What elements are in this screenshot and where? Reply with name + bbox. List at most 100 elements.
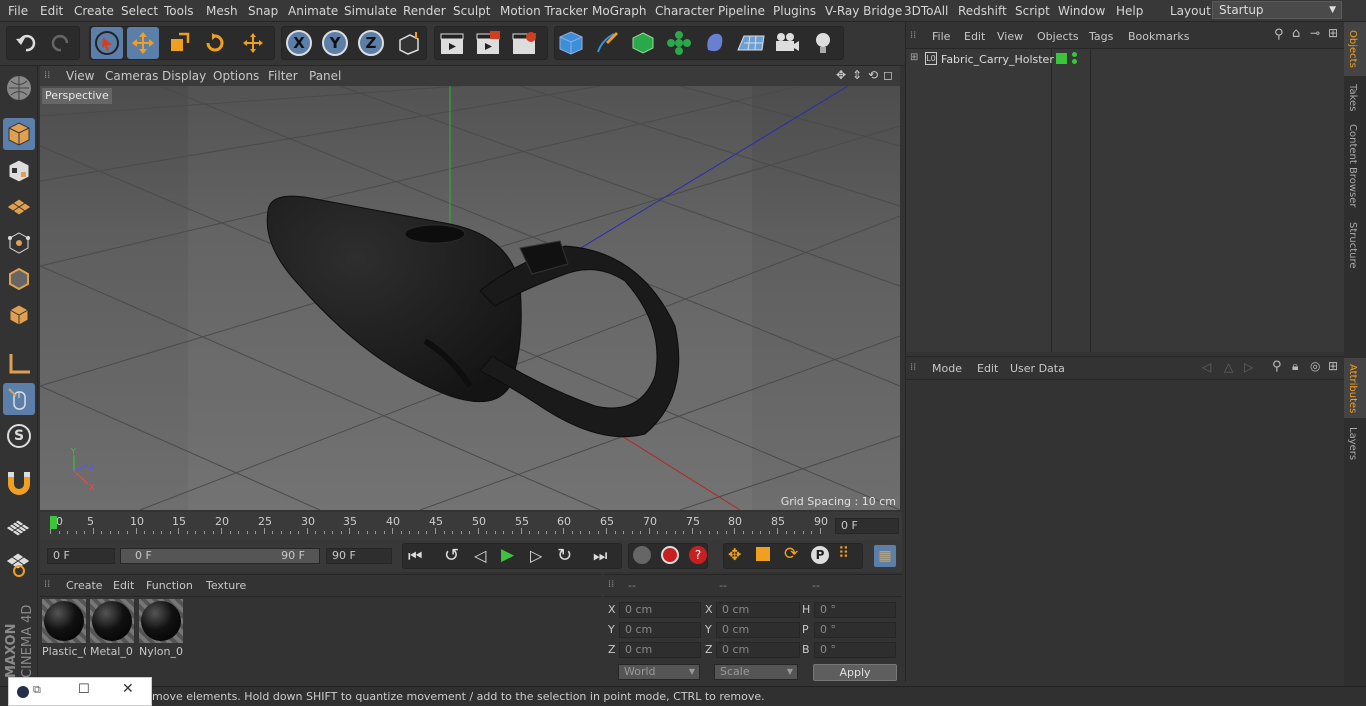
apply-button[interactable]: Apply <box>813 664 897 681</box>
drag-handle-icon[interactable]: ⁞⁞ <box>44 579 50 590</box>
rotation-key-icon[interactable]: ⟳ <box>784 544 798 564</box>
menu-snap[interactable]: Snap <box>248 4 278 18</box>
pos-x-field[interactable]: 0 cm <box>619 602 701 618</box>
drag-handle-icon[interactable]: ⁞⁞ <box>910 362 916 373</box>
render-settings-button[interactable] <box>508 27 540 59</box>
end-frame-field[interactable]: 90 F <box>326 548 392 564</box>
viewport-menu-display[interactable]: Display <box>162 69 206 83</box>
new-window-icon[interactable]: ⊞ <box>1328 359 1338 373</box>
rot-p-field[interactable]: 0 ° <box>814 622 896 638</box>
menu-plugins[interactable]: Plugins <box>773 4 816 18</box>
lock-icon[interactable]: 🔒︎ <box>1292 359 1298 374</box>
viewport-move-icon[interactable]: ✥ <box>836 68 846 82</box>
playhead[interactable] <box>50 516 57 529</box>
x-axis-button[interactable]: X <box>283 27 315 59</box>
size-z-field[interactable]: 0 cm <box>716 642 800 658</box>
play-icon[interactable]: ▶ <box>501 545 514 565</box>
home-icon[interactable]: ⌂ <box>1292 26 1300 41</box>
position-key-icon[interactable]: ✥ <box>728 545 741 564</box>
menu-script[interactable]: Script <box>1015 4 1050 18</box>
menu-select[interactable]: Select <box>121 4 158 18</box>
material-menu-edit[interactable]: Edit <box>113 579 134 592</box>
link-icon[interactable]: ⊸ <box>1310 26 1320 40</box>
objects-menu-file[interactable]: File <box>932 30 950 43</box>
start-frame-field[interactable]: 0 F <box>47 548 115 564</box>
tab-takes[interactable]: Takes <box>1347 84 1358 111</box>
redo-button[interactable] <box>45 27 77 59</box>
tab-content-browser[interactable]: Content Browser <box>1347 124 1358 207</box>
material-menu-function[interactable]: Function <box>146 579 193 592</box>
menu-motion-tracker[interactable]: Motion Tracker <box>500 4 588 18</box>
attributes-menu-mode[interactable]: Mode <box>932 362 962 375</box>
up-arrow-icon[interactable]: △ <box>1224 360 1233 374</box>
polygons-mode-button[interactable] <box>3 299 35 331</box>
range-slider[interactable]: 0 F 90 F <box>120 548 320 564</box>
size-mode-select[interactable]: Scale ▼ <box>714 664 798 680</box>
previous-frame-icon[interactable]: ◁ <box>474 546 486 565</box>
floor-button[interactable] <box>735 27 767 59</box>
perspective-viewport[interactable]: Y Z X Perspective Grid Spacing : 10 cm <box>40 86 900 510</box>
deformer-button[interactable] <box>699 27 731 59</box>
maximize-icon[interactable]: ☐ <box>78 682 90 697</box>
objects-menu-tags[interactable]: Tags <box>1089 30 1113 43</box>
workplane-lock-button[interactable] <box>3 512 35 544</box>
viewport-menu-options[interactable]: Options <box>213 69 259 83</box>
objects-menu-view[interactable]: View <box>997 30 1023 43</box>
points-mode-button[interactable] <box>3 227 35 259</box>
help-icon[interactable]: ? <box>689 546 707 564</box>
expand-icon[interactable]: ⊞ <box>910 52 918 63</box>
attributes-menu-edit[interactable]: Edit <box>977 362 998 375</box>
menu-vray-bridge[interactable]: V-Ray Bridge <box>825 4 902 18</box>
menu-sculpt[interactable]: Sculpt <box>453 4 490 18</box>
menu-redshift[interactable]: Redshift <box>958 4 1007 18</box>
go-to-end-icon[interactable]: ⏭ <box>593 546 607 566</box>
back-arrow-icon[interactable]: ◁ <box>1202 360 1211 374</box>
menu-create[interactable]: Create <box>74 4 114 18</box>
current-frame-field[interactable]: 0 F <box>835 518 899 534</box>
z-axis-button[interactable]: Z <box>355 27 387 59</box>
material-swatch[interactable]: Metal_0 <box>90 599 134 658</box>
y-axis-button[interactable]: Y <box>319 27 351 59</box>
axis-mode-button[interactable] <box>3 348 35 380</box>
material-swatch[interactable]: Plastic_0 <box>42 599 86 658</box>
rot-h-field[interactable]: 0 ° <box>814 602 896 618</box>
drag-handle-icon[interactable]: ⁞⁞ <box>910 30 916 41</box>
subdivision-button[interactable] <box>627 27 659 59</box>
material-menu-create[interactable]: Create <box>66 579 103 592</box>
close-icon[interactable]: ✕ <box>122 681 134 697</box>
menu-simulate[interactable]: Simulate <box>344 4 397 18</box>
model-mode-button[interactable] <box>3 118 35 150</box>
next-frame-icon[interactable]: ▷ <box>530 546 542 565</box>
viewport-menu-view[interactable]: View <box>66 69 94 83</box>
objects-menu-bookmarks[interactable]: Bookmarks <box>1128 30 1189 43</box>
viewport-menu-filter[interactable]: Filter <box>268 69 298 83</box>
snap-button[interactable] <box>3 466 35 498</box>
tab-structure[interactable]: Structure <box>1347 222 1358 269</box>
material-menu-texture[interactable]: Texture <box>206 579 246 592</box>
timeline-window-icon[interactable]: ▦ <box>874 545 896 567</box>
edges-mode-button[interactable] <box>3 263 35 295</box>
parameter-key-icon[interactable]: P <box>811 546 829 564</box>
tweak-mode-button[interactable] <box>3 383 35 415</box>
layout-select[interactable]: Startup ▼ <box>1212 1 1342 19</box>
previous-key-icon[interactable]: ↺ <box>444 545 459 566</box>
render-view-button[interactable] <box>436 27 468 59</box>
move-tool-button[interactable] <box>127 27 159 59</box>
scale-tool-button[interactable] <box>163 27 195 59</box>
next-key-icon[interactable]: ↻ <box>557 545 572 566</box>
viewport-zoom-icon[interactable]: ⇕ <box>852 68 862 82</box>
app-icon[interactable] <box>17 686 29 698</box>
search-icon[interactable]: ⚲ <box>1272 359 1282 374</box>
tab-layers[interactable]: Layers <box>1347 427 1358 460</box>
record-icon[interactable] <box>661 546 679 564</box>
objects-menu-edit[interactable]: Edit <box>964 30 985 43</box>
menu-edit[interactable]: Edit <box>40 4 63 18</box>
render-visibility-dot[interactable] <box>1072 59 1077 64</box>
pen-button[interactable] <box>591 27 623 59</box>
viewport-rotate-icon[interactable]: ⟲ <box>868 68 878 82</box>
select-tool-button[interactable] <box>91 27 123 59</box>
search-icon[interactable]: ⚲ <box>1274 27 1284 42</box>
menu-character[interactable]: Character <box>655 4 714 18</box>
scale-key-icon[interactable] <box>756 547 770 561</box>
camera-button[interactable] <box>771 27 803 59</box>
